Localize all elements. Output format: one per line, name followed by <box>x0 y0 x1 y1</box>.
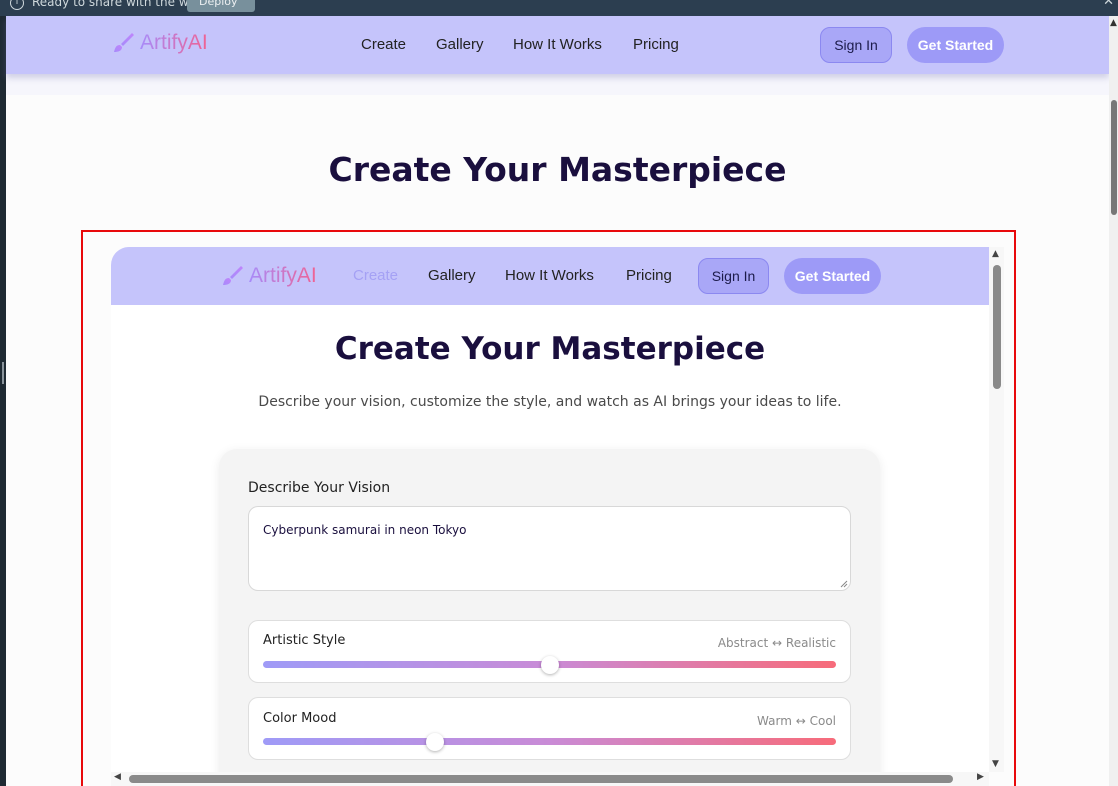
scroll-up-icon[interactable]: ▲ <box>1110 18 1117 28</box>
preview-brand-logo[interactable]: ArtifyAI <box>219 263 317 289</box>
preview-nav-link-gallery[interactable]: Gallery <box>428 267 476 284</box>
slider-label: Color Mood <box>263 711 337 726</box>
brand-logo[interactable]: ArtifyAI <box>110 30 208 56</box>
preview-get-started-button[interactable]: Get Started <box>784 258 881 294</box>
preview-subtitle: Describe your vision, customize the styl… <box>258 394 842 410</box>
preview-scrollbar-thumb[interactable] <box>993 265 1001 389</box>
artistic-style-slider-box: Artistic Style Abstract ↔ Realistic <box>248 620 851 683</box>
preview-nav-link-pricing[interactable]: Pricing <box>626 267 672 284</box>
get-started-button[interactable]: Get Started <box>907 27 1004 63</box>
main-navbar: ArtifyAI Create Gallery How It Works Pri… <box>6 16 1109 74</box>
vision-text: Cyberpunk samurai in neon Tokyo <box>263 523 467 537</box>
nav-link-gallery[interactable]: Gallery <box>436 36 484 53</box>
preview-nav-link-how-it-works[interactable]: How It Works <box>505 267 594 284</box>
slider-range-label: Abstract ↔ Realistic <box>717 636 836 650</box>
page-title: Create Your Masterpiece <box>328 150 787 189</box>
scroll-right-icon[interactable]: ▶ <box>977 772 984 782</box>
paintbrush-icon <box>223 266 243 285</box>
vision-textarea[interactable]: Cyberpunk samurai in neon Tokyo <box>248 506 851 591</box>
vision-label: Describe Your Vision <box>248 480 391 496</box>
page-band <box>6 74 1109 95</box>
scrollbar-thumb[interactable] <box>1111 100 1117 215</box>
preview-nav-link-create[interactable]: Create <box>353 267 398 284</box>
resize-grip[interactable] <box>2 362 4 384</box>
slider-label: Artistic Style <box>263 633 346 648</box>
info-icon: i <box>10 0 24 10</box>
nav-link-how-it-works[interactable]: How It Works <box>513 36 602 53</box>
scroll-down-icon[interactable]: ▼ <box>992 759 999 769</box>
deploy-button[interactable]: Deploy <box>187 0 255 12</box>
slider-range-label: Warm ↔ Cool <box>757 714 836 728</box>
close-icon[interactable]: ✕ <box>1103 0 1114 9</box>
artistic-style-thumb[interactable] <box>540 656 559 674</box>
preview-horizontal-scrollbar[interactable]: ◀ ▶ <box>111 772 989 786</box>
color-mood-thumb[interactable] <box>425 733 444 751</box>
paintbrush-icon <box>114 33 134 52</box>
preview-sign-in-button[interactable]: Sign In <box>698 258 769 294</box>
resize-handle-icon[interactable] <box>840 580 848 588</box>
notification-bar: i Ready to share with the world? Deploy … <box>0 0 1118 16</box>
preview-vertical-scrollbar[interactable]: ▲ ▼ <box>989 247 1004 772</box>
scroll-up-icon[interactable]: ▲ <box>992 249 999 259</box>
brand-name: ArtifyAI <box>140 31 208 54</box>
page-scrollbar[interactable]: ▲ <box>1109 16 1118 786</box>
color-mood-track[interactable] <box>263 738 836 745</box>
sign-in-button[interactable]: Sign In <box>820 27 892 63</box>
nav-link-pricing[interactable]: Pricing <box>633 36 679 53</box>
preview-title: Create Your Masterpiece <box>334 331 766 367</box>
nav-link-create[interactable]: Create <box>361 36 406 53</box>
preview-hscrollbar-thumb[interactable] <box>129 775 953 783</box>
preview-navbar: ArtifyAI Create Gallery How It Works Pri… <box>111 247 989 305</box>
color-mood-slider-box: Color Mood Warm ↔ Cool <box>248 697 851 760</box>
scroll-left-icon[interactable]: ◀ <box>114 772 121 782</box>
brand-name: ArtifyAI <box>249 264 317 287</box>
